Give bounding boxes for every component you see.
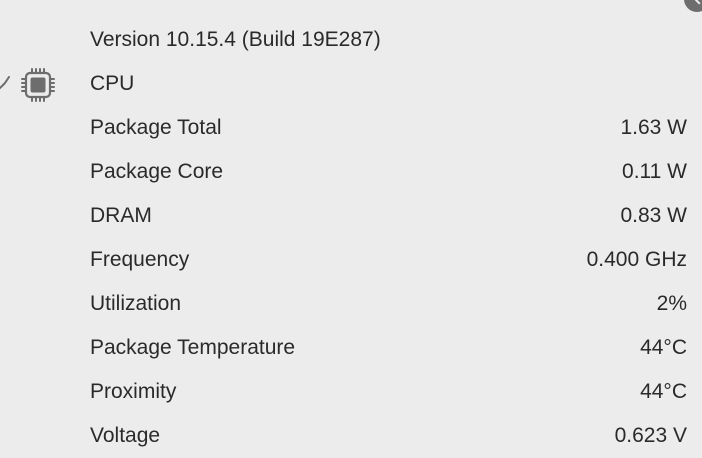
metric-row-dram: DRAM 0.83 W: [0, 194, 702, 238]
metric-label: Package Core: [90, 160, 224, 183]
metric-value: 2%: [656, 292, 687, 315]
metric-label: Package Total: [90, 116, 222, 139]
metric-value: 0.83 W: [620, 204, 687, 227]
metric-label: Utilization: [90, 292, 182, 315]
metric-label: Voltage: [90, 424, 161, 447]
metric-value: 0.623 V: [614, 424, 687, 447]
metric-row-package-temperature: Package Temperature 44°C: [0, 326, 702, 370]
disclosure-chevron-icon[interactable]: [0, 75, 11, 93]
cpu-section-label: CPU: [90, 72, 135, 95]
metric-label: Frequency: [90, 248, 190, 271]
metric-value: 1.63 W: [620, 116, 687, 139]
version-row: Version 10.15.4 (Build 19E287): [0, 18, 702, 62]
metric-value: 44°C: [640, 380, 687, 403]
metric-row-voltage: Voltage 0.623 V: [0, 414, 702, 458]
version-label: Version 10.15.4 (Build 19E287): [90, 28, 381, 51]
metric-label: Proximity: [90, 380, 177, 403]
metric-value: 0.400 GHz: [586, 248, 687, 271]
metric-row-package-core: Package Core 0.11 W: [0, 150, 702, 194]
metric-row-utilization: Utilization 2%: [0, 282, 702, 326]
metric-row-package-total: Package Total 1.63 W: [0, 106, 702, 150]
metric-label: Package Temperature: [90, 336, 296, 359]
metric-value: 0.11 W: [622, 160, 687, 183]
cpu-chip-icon: [21, 68, 55, 102]
close-icon[interactable]: [684, 0, 702, 12]
metric-row-frequency: Frequency 0.400 GHz: [0, 238, 702, 282]
cpu-section-header[interactable]: CPU: [0, 62, 702, 106]
metric-row-proximity: Proximity 44°C: [0, 370, 702, 414]
metric-value: 44°C: [640, 336, 687, 359]
metric-label: DRAM: [90, 204, 152, 227]
